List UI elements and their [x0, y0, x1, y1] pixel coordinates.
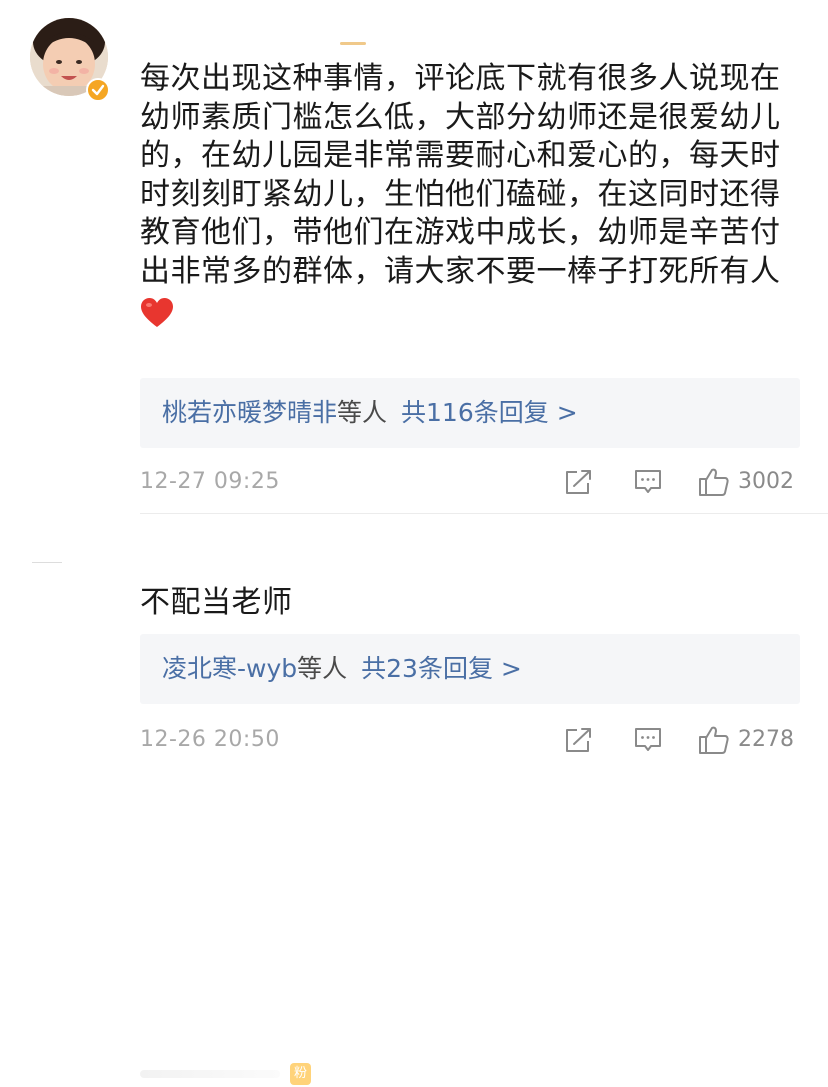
- comment-text: 不配当老师: [140, 584, 800, 623]
- like-count: 2278: [738, 727, 794, 752]
- username[interactable]: 粉: [140, 1061, 320, 1087]
- reply-names[interactable]: 桃若亦暖梦晴非: [162, 398, 337, 427]
- comment-button[interactable]: [633, 722, 663, 758]
- heart-icon: [140, 297, 174, 329]
- like-count: 3002: [738, 469, 794, 494]
- share-icon: [566, 470, 591, 494]
- username[interactable]: [340, 42, 366, 45]
- reply-summary-button[interactable]: 桃若亦暖梦晴非等人 共116条回复 >: [140, 378, 800, 448]
- comment-text-content: 每次出现这种事情，评论底下就有很多人说现在幼师素质门槛怎么低，大部分幼师还是很爱…: [140, 61, 781, 289]
- share-button[interactable]: [564, 722, 594, 758]
- comment-divider: [140, 513, 828, 514]
- like-button[interactable]: 2278: [698, 722, 794, 758]
- reply-summary-button[interactable]: 凌北寒-wyb等人 共23条回复 >: [140, 634, 800, 704]
- reply-names[interactable]: 凌北寒-wyb: [162, 654, 297, 683]
- scribble-mark: [32, 562, 62, 563]
- comment-footer: 12-27 09:25 3002: [140, 464, 800, 500]
- comment-footer: 12-26 20:50 2278: [140, 722, 800, 758]
- comment-icon: [635, 470, 661, 493]
- fan-badge: 粉: [290, 1063, 312, 1085]
- username-mask: [140, 1070, 280, 1078]
- like-button[interactable]: 3002: [698, 464, 794, 500]
- verified-icon: [86, 78, 110, 102]
- comment-text-content: 不配当老师: [140, 585, 293, 620]
- like-icon: [699, 726, 729, 754]
- reply-count[interactable]: 共23条回复 >: [361, 654, 522, 683]
- reply-suffix: 等人: [297, 654, 348, 683]
- comment-item: 每次出现这种事情，评论底下就有很多人说现在幼师素质门槛怎么低，大部分幼师还是很爱…: [0, 0, 828, 513]
- timestamp: 12-27 09:25: [140, 469, 280, 494]
- share-button[interactable]: [564, 464, 594, 500]
- comment-text: 每次出现这种事情，评论底下就有很多人说现在幼师素质门槛怎么低，大部分幼师还是很爱…: [140, 60, 800, 330]
- like-icon: [699, 468, 729, 496]
- reply-suffix: 等人: [337, 398, 388, 427]
- reply-count[interactable]: 共116条回复 >: [401, 398, 578, 427]
- comment-item: 粉 不配当老师 凌北寒-wyb等人 共23条回复 > 12-26 20:50 2…: [0, 516, 828, 1085]
- timestamp: 12-26 20:50: [140, 727, 280, 752]
- share-icon: [566, 728, 591, 752]
- comment-button[interactable]: [633, 464, 663, 500]
- comment-icon: [635, 728, 661, 751]
